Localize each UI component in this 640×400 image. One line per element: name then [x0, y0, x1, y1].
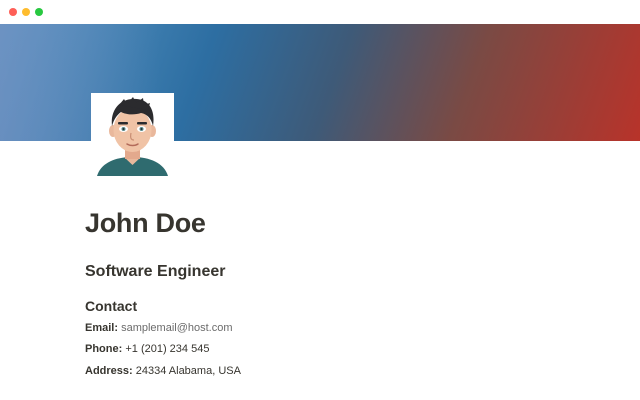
close-window-button[interactable]: [9, 8, 17, 16]
phone-value: +1 (201) 234 545: [125, 343, 210, 355]
profile-name: John Doe: [85, 208, 206, 238]
email-label: Email:: [85, 322, 122, 334]
address-label: Address:: [85, 365, 136, 377]
address-value: 24334 Alabama, USA: [135, 365, 241, 377]
contact-email-row: Email: samplemail@host.com: [85, 320, 233, 336]
profile-avatar[interactable]: [91, 93, 174, 176]
minimize-window-button[interactable]: [22, 8, 30, 16]
email-value[interactable]: samplemail@host.com: [121, 322, 232, 334]
contact-heading: Contact: [85, 298, 138, 314]
contact-address-row: Address: 24334 Alabama, USA: [85, 363, 241, 379]
zoom-window-button[interactable]: [35, 8, 43, 16]
window-titlebar: [0, 0, 640, 24]
profile-role: Software Engineer: [85, 263, 226, 280]
phone-label: Phone:: [85, 343, 126, 355]
cartoon-man-avatar-icon: [91, 93, 174, 176]
contact-phone-row: Phone: +1 (201) 234 545: [85, 341, 209, 357]
